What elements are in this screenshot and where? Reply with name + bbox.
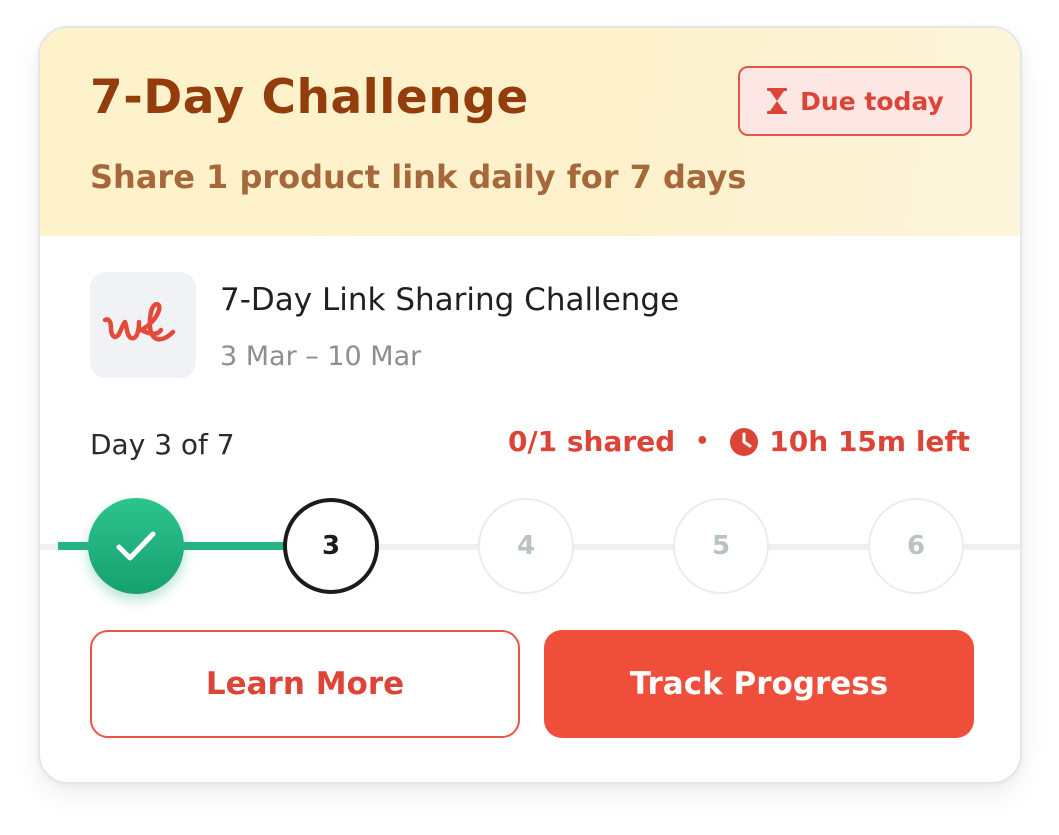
step-current: 3: [283, 498, 379, 594]
step-completed: [88, 498, 184, 594]
challenge-name: 7-Day Link Sharing Challenge: [220, 282, 680, 318]
shared-count: 0/1 shared: [507, 425, 676, 458]
challenge-dates: 3 Mar – 10 Mar: [220, 341, 422, 372]
challenge-card: 7-Day Challenge Share 1 product link dai…: [38, 26, 1022, 784]
challenge-header: 7-Day Challenge Share 1 product link dai…: [40, 28, 1020, 236]
challenge-subtitle: Share 1 product link daily for 7 days: [90, 158, 747, 196]
learn-more-button[interactable]: Learn More: [90, 630, 520, 738]
track-progress-label: Track Progress: [629, 666, 889, 702]
share-status: 0/1 shared • 10h 15m left: [508, 425, 970, 458]
status-separator: •: [695, 429, 710, 454]
due-badge-label: Due today: [800, 86, 944, 116]
step-upcoming: 5: [673, 498, 769, 594]
step-upcoming: 4: [478, 498, 574, 594]
check-icon: [116, 531, 156, 561]
step-label: 4: [516, 531, 536, 561]
clock-icon: [729, 427, 759, 457]
due-badge: Due today: [738, 66, 972, 136]
wl-logo-icon: [102, 302, 176, 342]
time-left: 10h 15m left: [769, 425, 970, 458]
step-label: 6: [906, 531, 926, 561]
day-counter: Day 3 of 7: [90, 428, 235, 461]
challenge-logo: [90, 272, 196, 378]
step-label: 3: [321, 531, 341, 561]
track-progress-button[interactable]: Track Progress: [544, 630, 974, 738]
hourglass-icon: [766, 87, 788, 115]
challenge-title: 7-Day Challenge: [90, 70, 529, 125]
step-label: 5: [711, 531, 731, 561]
learn-more-label: Learn More: [205, 666, 405, 702]
step-upcoming: 6: [868, 498, 964, 594]
